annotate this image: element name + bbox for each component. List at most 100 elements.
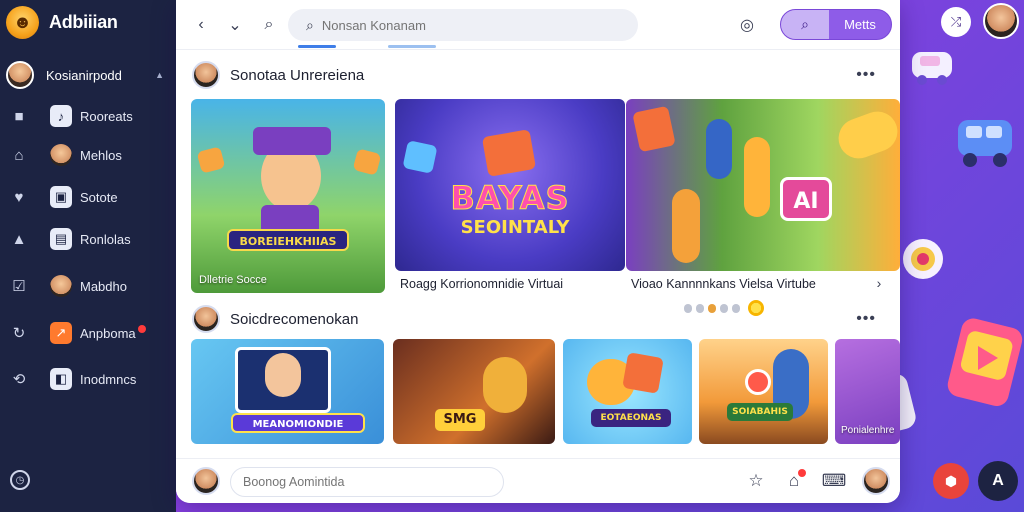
main-window: ‹ ⌄ ⌕ ⌕ ◎ ⌕ Metts Sonotaa Unrereiena •••… <box>176 0 900 503</box>
card-banner: EOTAEONAS <box>591 409 671 427</box>
section-header: Soicdrecomenokan ••• <box>192 304 888 334</box>
app-fab-button[interactable]: A <box>978 461 1018 501</box>
sidebar-item-label: Inodmncs <box>80 371 137 387</box>
next-arrow-icon[interactable]: › <box>866 270 892 296</box>
section-title: Sonotaa Unrereiena <box>230 66 365 84</box>
person-illustration <box>672 189 700 263</box>
content-card[interactable]: BAYAS SEOINTALY <box>395 99 625 271</box>
sidebar-item-label: Mabdho <box>80 278 127 294</box>
floating-block <box>402 140 438 174</box>
search-action-group[interactable]: ⌕ Metts <box>780 9 892 40</box>
badge-icon <box>903 239 943 279</box>
card-overlay-text: Ponialenhre <box>841 425 895 436</box>
content-card[interactable]: MEANOMIONDIE <box>191 339 384 444</box>
face-icon <box>50 275 72 297</box>
chevron-down-icon[interactable]: ⌄ <box>222 12 248 38</box>
sidebar-item-inodmncs[interactable]: ⟲ ◧ Inodmncs <box>8 366 168 392</box>
sidebar-item-sotote[interactable]: ♥ ▣ Sotote <box>8 184 168 210</box>
search-icon[interactable]: ⌕ <box>256 12 282 38</box>
notification-icon[interactable]: ⌂ <box>782 469 806 493</box>
content-card[interactable]: SMG <box>393 339 555 444</box>
card-banner: SOIABAHIS <box>727 403 793 421</box>
more-options-icon[interactable]: ••• <box>856 66 876 84</box>
card-banner: AI <box>780 177 832 221</box>
sidebar-item-label: Anpboma <box>80 325 136 341</box>
content-card[interactable]: BOREIEHKHIIAS Dlletrie Socce <box>191 99 385 293</box>
sidebar-item-label: Ronlolas <box>80 231 131 247</box>
content-card[interactable]: EOTAEONAS <box>563 339 692 444</box>
search-icon: ⌕ <box>306 16 314 33</box>
back-icon[interactable]: ‹ <box>188 12 214 38</box>
floating-block <box>481 129 537 177</box>
person-illustration <box>706 119 732 179</box>
brand-name: Adbiiian <box>49 11 118 32</box>
tab-indicator <box>388 45 436 48</box>
sync-icon: ⟲ <box>12 371 26 388</box>
record-icon[interactable]: ⬢ <box>933 463 969 499</box>
floating-block <box>632 105 676 153</box>
sidebar: ☻ Adbiiian Kosianirpodd ▲ ■ ♪ Rooreats ⌂… <box>0 0 176 512</box>
avatar <box>192 305 220 333</box>
bookmark-icon: ■ <box>14 107 24 125</box>
comment-input[interactable] <box>243 475 473 489</box>
arch-illustration <box>483 357 527 413</box>
user-avatar[interactable] <box>983 3 1019 39</box>
brand[interactable]: ☻ Adbiiian <box>6 5 118 39</box>
target-icon[interactable]: ◎ <box>734 12 760 38</box>
face-icon <box>50 144 72 166</box>
card-caption: Vioao Kannnnkans Vielsa Virtube <box>631 277 816 291</box>
play-icon <box>745 369 771 395</box>
hat-illustration <box>253 127 331 155</box>
content-card[interactable]: AI <box>626 99 900 271</box>
card-banner: BOREIEHKHIIAS <box>227 229 349 251</box>
sidebar-item-label: Rooreats <box>80 108 133 124</box>
sidebar-item-ronlolas[interactable]: ▲ ▤ Ronlolas <box>8 226 168 252</box>
toy-bus-icon <box>958 120 1012 167</box>
clock-icon[interactable]: ◷ <box>10 470 30 490</box>
user-avatar[interactable] <box>862 467 890 495</box>
more-options-icon[interactable]: ••• <box>856 310 876 328</box>
content-card[interactable]: SOIABAHIS <box>699 339 828 444</box>
profile-row[interactable]: Kosianirpodd ▲ <box>6 59 170 91</box>
comment-field[interactable] <box>230 467 504 497</box>
avatar <box>192 467 220 495</box>
floating-block <box>832 105 900 165</box>
card-overlay-text: Dlletrie Socce <box>199 274 267 286</box>
upload-icon: ▲ <box>11 230 27 248</box>
play-tile-icon <box>947 318 1023 407</box>
comment-bar: ☆ ⌂ ⌨ <box>176 458 900 503</box>
section-header: Sonotaa Unrereiena ••• <box>192 60 888 90</box>
sidebar-item-anpboma[interactable]: ↻ ↗ Anpboma <box>8 320 168 346</box>
sidebar-item-rooreats[interactable]: ■ ♪ Rooreats <box>8 103 168 129</box>
brand-logo-icon: ☻ <box>6 5 39 39</box>
toolbar: ‹ ⌄ ⌕ ⌕ ◎ ⌕ Metts <box>176 0 900 50</box>
home-icon: ⌂ <box>14 146 24 164</box>
star-icon[interactable]: ☆ <box>744 469 768 493</box>
chevron-up-icon: ▲ <box>155 70 164 80</box>
section-title: Soicdrecomenokan <box>230 310 359 328</box>
person-illustration <box>744 137 770 217</box>
floating-block <box>622 352 664 394</box>
action-button[interactable]: Metts <box>829 10 891 39</box>
search-field[interactable]: ⌕ <box>288 9 638 41</box>
sidebar-item-mabdho[interactable]: ☑ Mabdho <box>8 273 168 299</box>
chat-icon[interactable]: ⌨ <box>822 469 847 493</box>
notification-badge <box>798 469 806 477</box>
person-illustration <box>265 353 301 397</box>
shuffle-icon[interactable]: ⤮ <box>941 7 971 37</box>
card-banner: MEANOMIONDIE <box>231 413 365 433</box>
sidebar-item-label: Mehlos <box>80 147 122 163</box>
square-icon: ◧ <box>50 368 72 390</box>
note-icon: ♪ <box>50 105 72 127</box>
heart-icon: ♥ <box>14 188 24 206</box>
card-caption: Roagg Korrionomnidie Virtuai <box>400 277 564 291</box>
search-input[interactable] <box>321 17 602 33</box>
content-card[interactable]: Ponialenhre <box>835 339 900 444</box>
floating-block <box>196 146 226 174</box>
sidebar-item-mehlos[interactable]: ⌂ Mehlos <box>8 142 168 168</box>
arrow-icon: ↗ <box>50 322 72 344</box>
checkbox-icon: ☑ <box>12 278 26 295</box>
search-icon[interactable]: ⌕ <box>781 10 829 39</box>
refresh-icon: ↻ <box>12 325 26 342</box>
sidebar-item-label: Sotote <box>80 189 118 205</box>
